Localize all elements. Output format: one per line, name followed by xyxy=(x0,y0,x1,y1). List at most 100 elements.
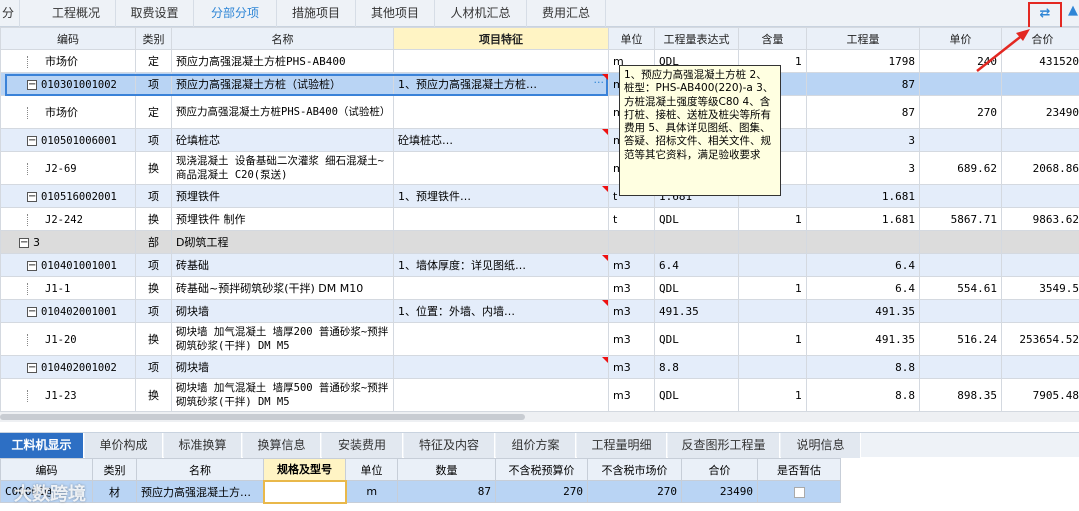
tab-standard-conversion[interactable]: 标准换算 xyxy=(164,433,242,458)
table-row[interactable]: −010402001001 项 砌块墙 1、位置：外墙、内墙… m3 491.3… xyxy=(0,299,1079,323)
tab-project-overview[interactable]: 工程概况 xyxy=(37,0,116,27)
table-row[interactable]: J2-69 换 现浇混凝土 设备基础二次灌浆 细石混凝土~商品混凝土 C20(泵… xyxy=(0,151,1079,185)
row-expr[interactable]: 491.35 xyxy=(654,299,739,323)
table-row[interactable]: −010401001001 项 砖基础 1、墙体厚度：详见图纸… m3 6.4 … xyxy=(0,253,1079,277)
collapse-icon[interactable]: − xyxy=(27,260,37,271)
row-feature[interactable] xyxy=(393,230,609,254)
tab-install-fees[interactable]: 安装费用 xyxy=(322,433,403,458)
row-feature[interactable] xyxy=(393,95,609,129)
collapse-icon[interactable]: − xyxy=(19,237,29,248)
row-feature[interactable] xyxy=(393,151,609,185)
row-expr[interactable]: 8.8 xyxy=(654,355,739,379)
row-expr[interactable]: QDL xyxy=(654,276,739,300)
bcol-header-code[interactable]: 编码 xyxy=(0,458,93,481)
bcol-header-type[interactable]: 类别 xyxy=(92,458,137,481)
row-feature[interactable] xyxy=(393,276,609,300)
row-feature[interactable]: 1、预埋铁件… xyxy=(393,184,609,208)
row-qty: 3 xyxy=(806,128,920,152)
tab-description[interactable]: 说明信息 xyxy=(781,433,861,458)
brow-qty[interactable]: 87 xyxy=(397,480,496,503)
labor-material-grid: 编码 类别 名称 规格及型号 单位 数量 不含税预算价 不含税市场价 合价 是否… xyxy=(0,458,841,504)
col-header-type[interactable]: 类别 xyxy=(135,27,172,50)
col-header-total[interactable]: 合价 xyxy=(1001,27,1079,50)
row-name: 砌块墙 加气混凝土 墙厚500 普通砂浆~预拌砌筑砂浆(干拌) DM M5 xyxy=(171,378,394,412)
bcol-header-market[interactable]: 不含税市场价 xyxy=(587,458,682,481)
col-header-content[interactable]: 含量 xyxy=(738,27,807,50)
tab-features-content[interactable]: 特征及内容 xyxy=(404,433,495,458)
table-row[interactable]: J1-1 换 砖基础~预拌砌筑砂浆(干拌) DM M10 m3 QDL 1 6.… xyxy=(0,276,1079,300)
brow-type: 材 xyxy=(92,480,137,503)
row-expr[interactable]: QDL xyxy=(654,207,739,231)
row-feature[interactable] xyxy=(393,322,609,356)
row-expr[interactable]: 6.4 xyxy=(654,253,739,277)
row-feature[interactable] xyxy=(393,207,609,231)
provisional-checkbox[interactable] xyxy=(793,486,805,498)
bcol-header-total[interactable]: 合价 xyxy=(681,458,758,481)
tab-fee-summary[interactable]: 费用汇总 xyxy=(527,0,606,27)
collapse-icon[interactable]: − xyxy=(27,306,37,317)
tab-other-items[interactable]: 其他项目 xyxy=(356,0,435,27)
row-expr[interactable]: QDL xyxy=(654,322,739,356)
table-row[interactable]: C00001@ 材 预应力高强混凝土方… m 87 270 270 23490 xyxy=(0,479,841,504)
row-expr[interactable] xyxy=(654,230,739,254)
row-feature[interactable] xyxy=(393,49,609,73)
brow-name: 预应力高强混凝土方… xyxy=(136,480,264,503)
table-row-division[interactable]: −3 部 D砌筑工程 xyxy=(0,230,1079,254)
row-feature[interactable] xyxy=(393,378,609,412)
row-feature[interactable]: 砼填桩芯… xyxy=(393,128,609,152)
table-row[interactable]: J1-23 换 砌块墙 加气混凝土 墙厚500 普通砂浆~预拌砌筑砂浆(干拌) … xyxy=(0,378,1079,412)
row-total: 23490 xyxy=(1001,95,1079,129)
table-row-selected[interactable]: −010301001002 项 预应力高强混凝土方桩（试验桩） 1、预应力高强混… xyxy=(0,72,1079,96)
row-expr[interactable]: QDL xyxy=(654,378,739,412)
row-feature[interactable] xyxy=(393,355,609,379)
col-header-name[interactable]: 名称 xyxy=(171,27,394,50)
bcol-header-spec[interactable]: 规格及型号 xyxy=(263,458,346,481)
col-header-price[interactable]: 单价 xyxy=(919,27,1002,50)
table-row[interactable]: J2-242 换 预埋铁件 制作 t QDL 1 1.681 5867.71 9… xyxy=(0,207,1079,231)
collapse-icon[interactable]: − xyxy=(27,362,37,373)
collapse-icon[interactable]: − xyxy=(27,135,37,146)
table-row[interactable]: −010501006001 项 砼填桩芯 砼填桩芯… m3 3 xyxy=(0,128,1079,152)
collapse-icon[interactable]: − xyxy=(27,79,37,90)
tab-labor-material-display[interactable]: 工料机显示 xyxy=(0,433,84,458)
row-content: 1 xyxy=(738,322,807,356)
row-content xyxy=(738,355,807,379)
tab-conversion-info[interactable]: 换算信息 xyxy=(243,433,321,458)
tab-reverse-graphic-quantity[interactable]: 反查图形工程量 xyxy=(668,433,780,458)
table-row[interactable]: 市场价 定 预应力高强混凝土方桩PHS-AB400 m QDL 1 1798 2… xyxy=(0,49,1079,73)
horizontal-scrollbar[interactable] xyxy=(0,412,1079,422)
col-header-unit[interactable]: 单位 xyxy=(608,27,655,50)
top-tab-bar: 分析 工程概况 取费设置 分部分项 措施项目 其他项目 人材机汇总 费用汇总 ⇄… xyxy=(0,0,1079,47)
row-feature[interactable]: 1、位置：外墙、内墙… xyxy=(393,299,609,323)
col-header-code[interactable]: 编码 xyxy=(0,27,136,50)
brow-spec-input[interactable] xyxy=(262,479,347,504)
scrollbar-thumb[interactable] xyxy=(0,414,525,420)
row-feature[interactable]: 1、预应力高强混凝土方桩… ··· xyxy=(393,72,609,96)
col-header-feature[interactable]: 项目特征 xyxy=(393,27,609,50)
col-header-expr[interactable]: 工程量表达式 xyxy=(654,27,739,50)
tab-measure-items[interactable]: 措施项目 xyxy=(277,0,356,27)
table-row[interactable]: −010402001002 项 砌块墙 m3 8.8 8.8 xyxy=(0,355,1079,379)
tab-section-items[interactable]: 分部分项 xyxy=(194,0,277,27)
col-header-qty[interactable]: 工程量 xyxy=(806,27,920,50)
comment-marker-icon xyxy=(602,129,608,135)
bcol-header-qty[interactable]: 数量 xyxy=(397,458,496,481)
bcol-header-budget[interactable]: 不含税预算价 xyxy=(495,458,588,481)
bcol-header-provisional[interactable]: 是否暂估 xyxy=(757,458,841,481)
table-row[interactable]: J1-20 换 砌块墙 加气混凝土 墙厚200 普通砂浆~预拌砌筑砂浆(干拌) … xyxy=(0,322,1079,356)
bcol-header-name[interactable]: 名称 xyxy=(136,458,264,481)
bcol-header-unit[interactable]: 单位 xyxy=(345,458,398,481)
collapse-icon[interactable]: − xyxy=(27,191,37,202)
arrow-up-icon[interactable]: ▲ xyxy=(1068,3,1078,18)
brow-market-price[interactable]: 270 xyxy=(587,480,682,503)
row-feature[interactable]: 1、墙体厚度：详见图纸… xyxy=(393,253,609,277)
tab-quantity-detail[interactable]: 工程量明细 xyxy=(577,433,667,458)
tab-fee-settings[interactable]: 取费设置 xyxy=(116,0,194,27)
table-row[interactable]: 市场价 定 预应力高强混凝土方桩PHS-AB400（试验桩） m 87 270 … xyxy=(0,95,1079,129)
tab-pricing-scheme[interactable]: 组价方案 xyxy=(496,433,576,458)
tab-labor-material-summary[interactable]: 人材机汇总 xyxy=(435,0,527,27)
row-qty: 87 xyxy=(806,72,920,96)
tab-unit-price-breakdown[interactable]: 单价构成 xyxy=(85,433,163,458)
tab-analysis[interactable]: 分析 xyxy=(0,0,20,47)
table-row[interactable]: −010516002001 项 预埋铁件 1、预埋铁件… t 1.681 1.6… xyxy=(0,184,1079,208)
